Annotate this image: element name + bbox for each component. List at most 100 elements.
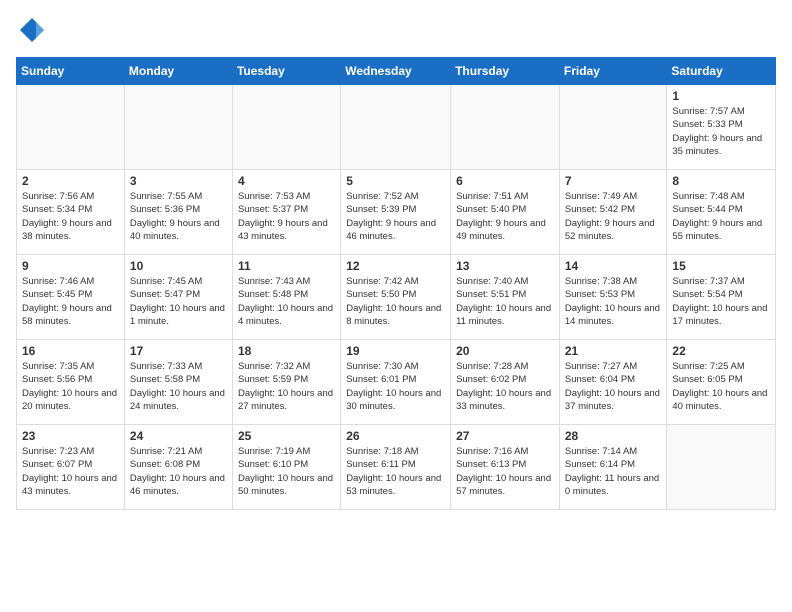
calendar-day: 10 Sunrise: 7:45 AM Sunset: 5:47 PM Dayli… [124, 255, 232, 340]
day-info: Sunrise: 7:46 AM Sunset: 5:45 PM Dayligh… [22, 275, 119, 328]
day-number: 5 [346, 174, 445, 188]
calendar-header-row: Sunday Monday Tuesday Wednesday Thursday… [17, 58, 776, 85]
day-number: 22 [672, 344, 770, 358]
week-row-4: 16 Sunrise: 7:35 AM Sunset: 5:56 PM Dayli… [17, 340, 776, 425]
day-number: 7 [565, 174, 662, 188]
calendar-day [17, 85, 125, 170]
day-info: Sunrise: 7:19 AM Sunset: 6:10 PM Dayligh… [238, 445, 335, 498]
calendar-day: 7 Sunrise: 7:49 AM Sunset: 5:42 PM Daylig… [559, 170, 667, 255]
day-info: Sunrise: 7:38 AM Sunset: 5:53 PM Dayligh… [565, 275, 662, 328]
calendar-day: 3Sunrise: 7:55 AM Sunset: 5:36 PM Daylig… [124, 170, 232, 255]
day-info: Sunrise: 7:40 AM Sunset: 5:51 PM Dayligh… [456, 275, 554, 328]
col-saturday: Saturday [667, 58, 776, 85]
day-info: Sunrise: 7:37 AM Sunset: 5:54 PM Dayligh… [672, 275, 770, 328]
day-number: 10 [130, 259, 227, 273]
calendar-day: 28 Sunrise: 7:14 AM Sunset: 6:14 PM Dayli… [559, 425, 667, 510]
day-number: 23 [22, 429, 119, 443]
day-info: Sunrise: 7:23 AM Sunset: 6:07 PM Dayligh… [22, 445, 119, 498]
day-info: Sunrise: 7:14 AM Sunset: 6:14 PM Dayligh… [565, 445, 662, 498]
calendar-day: 27 Sunrise: 7:16 AM Sunset: 6:13 PM Dayli… [451, 425, 560, 510]
day-number: 19 [346, 344, 445, 358]
day-info: Sunrise: 7:53 AM Sunset: 5:37 PM Dayligh… [238, 190, 335, 243]
calendar-day: 15 Sunrise: 7:37 AM Sunset: 5:54 PM Dayli… [667, 255, 776, 340]
calendar-day [341, 85, 451, 170]
week-row-5: 23 Sunrise: 7:23 AM Sunset: 6:07 PM Dayli… [17, 425, 776, 510]
day-number: 17 [130, 344, 227, 358]
day-info: Sunrise: 7:35 AM Sunset: 5:56 PM Dayligh… [22, 360, 119, 413]
calendar-day: 16 Sunrise: 7:35 AM Sunset: 5:56 PM Dayli… [17, 340, 125, 425]
day-number: 14 [565, 259, 662, 273]
calendar-day: 18 Sunrise: 7:32 AM Sunset: 5:59 PM Dayli… [232, 340, 340, 425]
day-number: 4 [238, 174, 335, 188]
day-info: Sunrise: 7:51 AM Sunset: 5:40 PM Dayligh… [456, 190, 554, 243]
calendar-day: 12 Sunrise: 7:42 AM Sunset: 5:50 PM Dayli… [341, 255, 451, 340]
day-number: 18 [238, 344, 335, 358]
calendar-day: 17 Sunrise: 7:33 AM Sunset: 5:58 PM Dayli… [124, 340, 232, 425]
day-number: 21 [565, 344, 662, 358]
logo-icon [18, 16, 46, 44]
day-info: Sunrise: 7:49 AM Sunset: 5:42 PM Dayligh… [565, 190, 662, 243]
calendar-day: 11 Sunrise: 7:43 AM Sunset: 5:48 PM Dayli… [232, 255, 340, 340]
calendar-day: 1Sunrise: 7:57 AM Sunset: 5:33 PM Daylig… [667, 85, 776, 170]
col-monday: Monday [124, 58, 232, 85]
calendar-day [667, 425, 776, 510]
day-info: Sunrise: 7:30 AM Sunset: 6:01 PM Dayligh… [346, 360, 445, 413]
calendar-day: 6 Sunrise: 7:51 AM Sunset: 5:40 PM Daylig… [451, 170, 560, 255]
day-info: Sunrise: 7:56 AM Sunset: 5:34 PM Dayligh… [22, 190, 119, 243]
calendar-day: 23 Sunrise: 7:23 AM Sunset: 6:07 PM Dayli… [17, 425, 125, 510]
day-info: Sunrise: 7:33 AM Sunset: 5:58 PM Dayligh… [130, 360, 227, 413]
day-info: Sunrise: 7:18 AM Sunset: 6:11 PM Dayligh… [346, 445, 445, 498]
day-info: Sunrise: 7:48 AM Sunset: 5:44 PM Dayligh… [672, 190, 770, 243]
col-sunday: Sunday [17, 58, 125, 85]
day-number: 20 [456, 344, 554, 358]
day-info: Sunrise: 7:25 AM Sunset: 6:05 PM Dayligh… [672, 360, 770, 413]
day-number: 26 [346, 429, 445, 443]
page-header [16, 16, 776, 49]
day-number: 2 [22, 174, 119, 188]
calendar-day: 20 Sunrise: 7:28 AM Sunset: 6:02 PM Dayli… [451, 340, 560, 425]
day-number: 9 [22, 259, 119, 273]
day-number: 16 [22, 344, 119, 358]
day-info: Sunrise: 7:28 AM Sunset: 6:02 PM Dayligh… [456, 360, 554, 413]
week-row-2: 2 Sunrise: 7:56 AM Sunset: 5:34 PM Daylig… [17, 170, 776, 255]
col-thursday: Thursday [451, 58, 560, 85]
col-tuesday: Tuesday [232, 58, 340, 85]
day-number: 11 [238, 259, 335, 273]
calendar-day: 4 Sunrise: 7:53 AM Sunset: 5:37 PM Daylig… [232, 170, 340, 255]
day-info: Sunrise: 7:42 AM Sunset: 5:50 PM Dayligh… [346, 275, 445, 328]
calendar-day: 19 Sunrise: 7:30 AM Sunset: 6:01 PM Dayli… [341, 340, 451, 425]
week-row-1: 1Sunrise: 7:57 AM Sunset: 5:33 PM Daylig… [17, 85, 776, 170]
day-info: Sunrise: 7:55 AM Sunset: 5:36 PM Dayligh… [130, 190, 227, 243]
logo [16, 16, 46, 49]
calendar-day [124, 85, 232, 170]
calendar-day: 13Sunrise: 7:40 AM Sunset: 5:51 PM Dayli… [451, 255, 560, 340]
day-info: Sunrise: 7:43 AM Sunset: 5:48 PM Dayligh… [238, 275, 335, 328]
calendar-day: 22 Sunrise: 7:25 AM Sunset: 6:05 PM Dayli… [667, 340, 776, 425]
day-number: 12 [346, 259, 445, 273]
day-info: Sunrise: 7:21 AM Sunset: 6:08 PM Dayligh… [130, 445, 227, 498]
calendar-day [559, 85, 667, 170]
day-number: 27 [456, 429, 554, 443]
calendar-day: 5Sunrise: 7:52 AM Sunset: 5:39 PM Daylig… [341, 170, 451, 255]
day-info: Sunrise: 7:27 AM Sunset: 6:04 PM Dayligh… [565, 360, 662, 413]
day-number: 1 [672, 89, 770, 103]
calendar-day: 26 Sunrise: 7:18 AM Sunset: 6:11 PM Dayli… [341, 425, 451, 510]
day-number: 15 [672, 259, 770, 273]
day-number: 28 [565, 429, 662, 443]
day-number: 24 [130, 429, 227, 443]
calendar-day: 24 Sunrise: 7:21 AM Sunset: 6:08 PM Dayli… [124, 425, 232, 510]
day-info: Sunrise: 7:16 AM Sunset: 6:13 PM Dayligh… [456, 445, 554, 498]
week-row-3: 9 Sunrise: 7:46 AM Sunset: 5:45 PM Daylig… [17, 255, 776, 340]
day-info: Sunrise: 7:32 AM Sunset: 5:59 PM Dayligh… [238, 360, 335, 413]
col-wednesday: Wednesday [341, 58, 451, 85]
calendar-day: 21 Sunrise: 7:27 AM Sunset: 6:04 PM Dayli… [559, 340, 667, 425]
calendar-table: Sunday Monday Tuesday Wednesday Thursday… [16, 57, 776, 510]
day-number: 25 [238, 429, 335, 443]
calendar-day: 25 Sunrise: 7:19 AM Sunset: 6:10 PM Dayli… [232, 425, 340, 510]
col-friday: Friday [559, 58, 667, 85]
calendar-day: 14 Sunrise: 7:38 AM Sunset: 5:53 PM Dayli… [559, 255, 667, 340]
day-info: Sunrise: 7:45 AM Sunset: 5:47 PM Dayligh… [130, 275, 227, 328]
day-number: 8 [672, 174, 770, 188]
calendar-day [451, 85, 560, 170]
day-number: 6 [456, 174, 554, 188]
